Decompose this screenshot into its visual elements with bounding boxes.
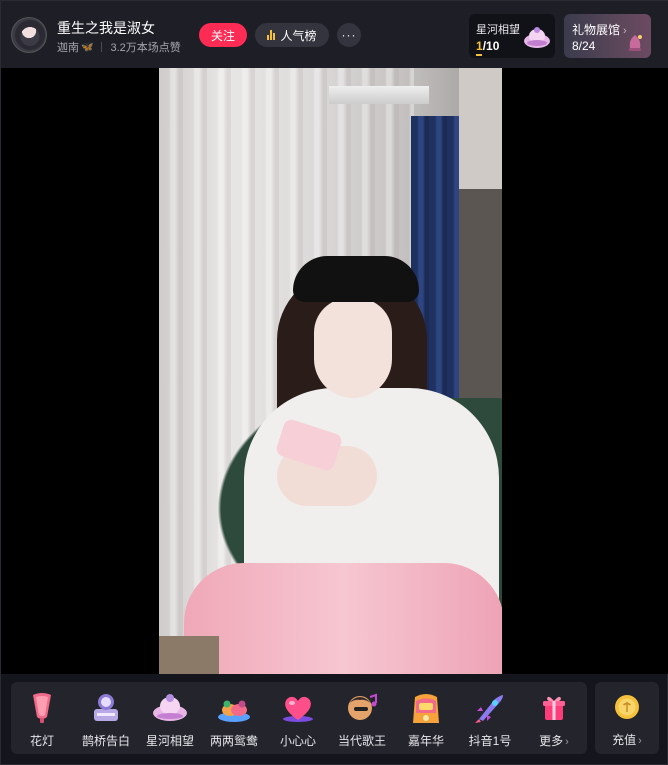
host-avatar[interactable] bbox=[11, 17, 47, 53]
gallery-card-title: 礼物展馆 › bbox=[572, 23, 627, 37]
host-subline: 迦南 🦋 3.2万本场点赞 bbox=[57, 39, 181, 55]
gift-label: 鹊桥告白 bbox=[81, 734, 130, 748]
gift-label: 小心心 bbox=[279, 734, 316, 748]
gift-label: 更多 › bbox=[539, 734, 569, 748]
coin-icon bbox=[615, 695, 639, 719]
gift-label: 嘉年华 bbox=[407, 734, 444, 748]
bar-chart-icon bbox=[267, 30, 276, 40]
curtain-rod bbox=[329, 86, 429, 104]
galaxy-card-progress: 1/10 bbox=[476, 39, 500, 53]
mandarin-ducks-icon bbox=[218, 700, 250, 722]
galaxy-progress-underline bbox=[476, 54, 482, 56]
gift-label: 抖音1号 bbox=[468, 734, 512, 748]
recharge-label: 充值 › bbox=[612, 733, 642, 747]
rocket-icon bbox=[475, 695, 503, 723]
singer-king-icon bbox=[348, 693, 377, 720]
rank-label: 人气榜 bbox=[280, 28, 317, 43]
live-video-stream[interactable] bbox=[159, 68, 502, 674]
gift-mandarin-ducks[interactable]: 两两鸳鸯 bbox=[203, 682, 265, 754]
likes-count: 3.2万本场点赞 bbox=[110, 42, 181, 54]
lantern-icon bbox=[33, 693, 51, 723]
divider bbox=[101, 42, 103, 52]
gift-label: 当代歌王 bbox=[337, 734, 386, 748]
carnival-icon bbox=[413, 694, 439, 723]
gift-singer-king[interactable]: 当代歌王 bbox=[331, 682, 393, 754]
follow-button[interactable]: 关注 bbox=[199, 23, 247, 47]
gift-box-icon bbox=[543, 696, 565, 720]
popularity-rank-button[interactable]: 人气榜 bbox=[255, 23, 329, 47]
video-area bbox=[1, 68, 668, 674]
galaxy-card-title: 星河相望 bbox=[476, 24, 520, 36]
magpie-bridge-icon bbox=[94, 694, 118, 721]
gallery-badge-icon bbox=[629, 35, 642, 51]
table-edge bbox=[159, 636, 219, 674]
galaxy-task-card[interactable]: 星河相望 1/10 bbox=[469, 14, 555, 58]
host-location: 迦南 bbox=[57, 42, 79, 54]
gift-galaxy[interactable]: 星河相望 bbox=[139, 682, 201, 754]
more-button[interactable]: ··· bbox=[337, 23, 361, 47]
gift-heart[interactable]: 小心心 bbox=[267, 682, 329, 754]
streamer-headband bbox=[293, 256, 419, 302]
galaxy-ship-icon bbox=[524, 27, 550, 48]
chevron-right-icon: › bbox=[638, 735, 642, 747]
live-room: 重生之我是淑女 迦南 🦋 3.2万本场点赞 关注 人气榜 ··· 星河相望 1/… bbox=[0, 0, 668, 765]
gift-gallery-card[interactable]: 礼物展馆 › 8/24 bbox=[564, 14, 651, 58]
gift-label: 星河相望 bbox=[145, 734, 194, 748]
galaxy-ship-icon bbox=[153, 694, 187, 721]
recharge-button[interactable]: 充值 › bbox=[595, 682, 659, 754]
gift-carnival[interactable]: 嘉年华 bbox=[395, 682, 457, 754]
gift-more[interactable]: 更多 › bbox=[523, 682, 585, 754]
gift-magpie-bridge[interactable]: 鹊桥告白 bbox=[75, 682, 137, 754]
gift-rocket[interactable]: 抖音1号 bbox=[459, 682, 521, 754]
gallery-card-count: 8/24 bbox=[572, 39, 596, 53]
chevron-right-icon: › bbox=[565, 736, 569, 748]
host-name[interactable]: 重生之我是淑女 bbox=[57, 18, 155, 38]
gift-label: 花灯 bbox=[29, 734, 54, 748]
heart-icon bbox=[283, 696, 313, 722]
live-header: 重生之我是淑女 迦南 🦋 3.2万本场点赞 关注 人气榜 ··· 星河相望 1/… bbox=[1, 1, 668, 68]
gift-lantern[interactable]: 花灯 bbox=[11, 682, 73, 754]
gift-label: 两两鸳鸯 bbox=[209, 734, 258, 748]
gift-bar: 花灯 鹊桥告白 星河相望 两两鸳鸯 小心心 当代歌王 嘉年华 抖音1号 更多 › bbox=[11, 682, 587, 754]
streamer-face bbox=[314, 298, 392, 398]
butterfly-icon: 🦋 bbox=[81, 41, 94, 53]
streamer-pants bbox=[184, 563, 502, 674]
